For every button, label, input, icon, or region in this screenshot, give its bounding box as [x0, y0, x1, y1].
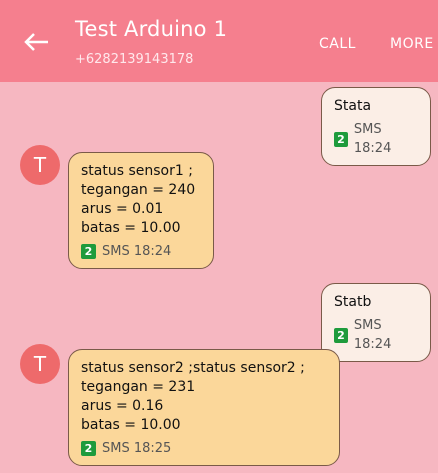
incoming-message[interactable]: status sensor2 ;status sensor2 ; teganga…	[68, 349, 340, 466]
message-text: Statb	[334, 294, 372, 310]
message-text: Stata	[334, 98, 372, 114]
sim-2-icon: 2	[81, 441, 96, 456]
outgoing-message[interactable]: Statb 2 SMS 18:24	[321, 283, 431, 362]
message-timestamp: SMS 18:24	[102, 244, 172, 259]
app-bar: Test Arduino 1 +6282139143178 CALL MORE	[0, 0, 438, 82]
message-text: batas = 10.00	[81, 220, 181, 236]
message-timestamp: SMS 18:24	[353, 318, 392, 352]
message-timestamp: SMS 18:25	[102, 441, 172, 456]
message-text: tegangan = 240	[81, 182, 196, 198]
conversation-title: Test Arduino 1	[75, 17, 228, 41]
message-text: tegangan = 231	[81, 379, 196, 395]
sim-2-icon: 2	[81, 244, 96, 259]
contact-avatar[interactable]: T	[20, 344, 60, 384]
message-meta: 2 SMS 18:24	[334, 120, 418, 158]
message-meta: 2 SMS 18:25	[81, 439, 327, 458]
message-meta: 2 SMS 18:24	[334, 316, 418, 354]
call-button[interactable]: CALL	[319, 36, 356, 52]
sim-2-icon: 2	[334, 131, 348, 147]
outgoing-message[interactable]: Stata 2 SMS 18:24	[321, 87, 431, 166]
message-text: batas = 10.00	[81, 417, 181, 433]
message-text: status sensor2 ;status sensor2 ;	[81, 360, 305, 376]
message-list[interactable]: Stata 2 SMS 18:24 T status sensor1 ; teg…	[0, 82, 438, 473]
message-text: arus = 0.01	[81, 201, 164, 217]
back-arrow-icon[interactable]	[22, 27, 52, 57]
contact-avatar[interactable]: T	[20, 145, 60, 185]
message-text: status sensor1 ;	[81, 163, 193, 179]
conversation-phone-number: +6282139143178	[75, 52, 194, 67]
sim-2-icon: 2	[334, 327, 348, 343]
message-timestamp: SMS 18:24	[353, 122, 392, 156]
more-button[interactable]: MORE	[390, 36, 434, 52]
incoming-message[interactable]: status sensor1 ; tegangan = 240 arus = 0…	[68, 152, 214, 269]
message-text: arus = 0.16	[81, 398, 164, 414]
message-meta: 2 SMS 18:24	[81, 242, 201, 261]
